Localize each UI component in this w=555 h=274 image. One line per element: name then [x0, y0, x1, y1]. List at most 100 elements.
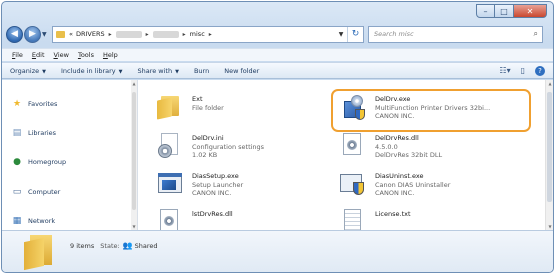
file-description: DelDrvRes 32bit DLL [375, 151, 443, 159]
file-type: File folder [192, 103, 224, 112]
forward-arrow-icon: ▶ [29, 29, 36, 39]
breadcrumb-drivers[interactable]: DRIVERS [76, 30, 105, 38]
content-area: ★ Favorites ▤ Libraries ● Homegroup ▭ Co… [2, 80, 553, 230]
chevron-down-icon: ▼ [42, 68, 46, 75]
file-item[interactable]: lstDrvRes.dll [157, 208, 347, 230]
homegroup-icon: ● [13, 156, 21, 167]
chevron-down-icon: ▼ [118, 68, 123, 75]
breadcrumb-separator[interactable]: ▸ [109, 31, 112, 38]
include-in-library-button[interactable]: Include in library ▼ [61, 67, 123, 75]
scrollbar-thumb[interactable] [132, 92, 136, 210]
minimize-button[interactable]: – [476, 4, 495, 18]
file-item[interactable]: DiasSetup.exe Setup Launcher CANON INC. [157, 170, 347, 204]
network-icon: ▦ [12, 215, 22, 226]
installer-shield-icon [340, 93, 368, 121]
organize-button[interactable]: Organize ▼ [10, 67, 46, 75]
file-item[interactable]: Ext File folder [157, 93, 347, 127]
breadcrumb-misc[interactable]: misc [190, 30, 205, 38]
scroll-up-arrow-icon[interactable]: ▲ [546, 81, 553, 86]
text-file-icon [340, 208, 368, 230]
file-item[interactable]: DelDrv.ini Configuration settings 1.02 K… [157, 132, 347, 166]
breadcrumb-separator[interactable]: ▸ [146, 31, 149, 38]
file-description: Canon DIAS Uninstaller [375, 180, 451, 189]
scroll-down-arrow-icon[interactable]: ▼ [131, 224, 137, 229]
file-item-deldrv-exe[interactable]: DelDrv.exe MultiFunction Printer Drivers… [340, 93, 530, 127]
chevron-down-icon: ▼ [175, 68, 179, 75]
exe-icon [157, 170, 185, 198]
recent-pages-dropdown[interactable]: ▼ [42, 31, 50, 38]
file-version: 4.5.0.0 [375, 142, 398, 151]
breadcrumb-separator[interactable]: ▸ [209, 31, 212, 38]
shared-users-icon: 👥 [122, 241, 133, 250]
dll-icon [157, 208, 185, 230]
command-toolbar: Organize ▼ Include in library ▼ Share with… [2, 62, 553, 79]
menu-bar: File Edit View Tools Help [2, 48, 553, 61]
libraries-icon: ▤ [12, 127, 22, 138]
explorer-window: – □ ✕ ◀ ▶ ▼ « DRIVERS ▸ ▸ ▸ misc ▸ ▼ ↻ S… [1, 1, 554, 273]
address-controls: ▼ ↻ [335, 26, 363, 42]
change-view-icon[interactable]: ☷▾ [499, 66, 510, 75]
scroll-up-arrow-icon[interactable]: ▲ [131, 81, 137, 86]
state-label: State: [100, 241, 120, 250]
folder-icon [56, 30, 65, 38]
menu-tools[interactable]: Tools [78, 51, 94, 59]
file-company: CANON INC. [375, 189, 415, 197]
nav-computer[interactable]: ▭ Computer [11, 186, 61, 197]
file-item[interactable]: DelDrvRes.dll 4.5.0.0 DelDrvRes 32bit DL… [340, 132, 530, 166]
navigation-row: ◀ ▶ ▼ « DRIVERS ▸ ▸ ▸ misc ▸ ▼ ↻ Search … [6, 24, 551, 44]
status-summary: 9 items State: 👥 Shared [70, 241, 158, 250]
breadcrumb-overflow[interactable]: « [69, 30, 73, 38]
address-bar[interactable]: « DRIVERS ▸ ▸ ▸ misc ▸ ▼ ↻ [52, 25, 364, 43]
file-name: DelDrv.exe [375, 95, 411, 103]
nav-network[interactable]: ▦ Network [11, 215, 55, 226]
search-icon[interactable]: ⌕ [534, 29, 538, 39]
maximize-button[interactable]: □ [495, 4, 514, 18]
file-name: lstDrvRes.dll [192, 210, 233, 218]
new-folder-button[interactable]: New folder [224, 67, 259, 75]
search-placeholder: Search misc [374, 30, 414, 38]
file-company: CANON INC. [375, 112, 415, 120]
refresh-button[interactable]: ↻ [347, 26, 363, 42]
file-list-scrollbar[interactable]: ▲ ▼ [545, 80, 553, 230]
file-list: Ext File folder DelDrv.exe MultiFunction… [139, 80, 547, 230]
menu-file[interactable]: File [12, 51, 23, 59]
address-dropdown[interactable]: ▼ [335, 31, 347, 38]
file-name: DiasSetup.exe [192, 172, 239, 180]
details-pane: 9 items State: 👥 Shared [2, 230, 553, 272]
file-size: 1.02 KB [192, 151, 218, 159]
file-description: Setup Launcher [192, 180, 244, 189]
file-name: DelDrvRes.dll [375, 134, 419, 142]
breadcrumb-redacted [152, 30, 179, 38]
ini-gear-icon [157, 132, 185, 160]
scroll-down-arrow-icon[interactable]: ▼ [546, 224, 553, 229]
menu-view[interactable]: View [54, 51, 69, 59]
share-with-button[interactable]: Share with ▼ [137, 67, 178, 75]
file-item[interactable]: DiasUninst.exe Canon DIAS Uninstaller CA… [340, 170, 530, 204]
nav-favorites[interactable]: ★ Favorites [11, 98, 57, 109]
file-name: DiasUninst.exe [375, 172, 424, 180]
folder-icon [157, 93, 185, 121]
back-button[interactable]: ◀ [6, 25, 23, 43]
forward-button[interactable]: ▶ [24, 25, 41, 43]
back-arrow-icon: ◀ [11, 29, 18, 39]
help-icon[interactable]: ? [535, 65, 545, 76]
dll-icon [340, 132, 368, 160]
menu-help[interactable]: Help [103, 51, 118, 59]
folder-icon [24, 235, 56, 271]
breadcrumb-redacted [115, 30, 142, 38]
navigation-pane: ★ Favorites ▤ Libraries ● Homegroup ▭ Co… [2, 80, 138, 230]
close-button[interactable]: ✕ [514, 4, 547, 18]
navigation-scrollbar[interactable]: ▲ ▼ [131, 80, 137, 230]
computer-icon: ▭ [12, 186, 22, 197]
search-input[interactable]: Search misc ⌕ [368, 25, 543, 43]
file-name: License.txt [375, 210, 411, 218]
preview-pane-icon[interactable]: ▯ [521, 66, 525, 75]
file-item[interactable]: License.txt [340, 208, 530, 230]
nav-homegroup[interactable]: ● Homegroup [11, 156, 66, 167]
nav-libraries[interactable]: ▤ Libraries [11, 127, 56, 138]
scrollbar-thumb[interactable] [547, 92, 552, 202]
view-controls: ☷▾ ▯ ? [489, 65, 545, 76]
breadcrumb-separator[interactable]: ▸ [183, 31, 186, 38]
burn-button[interactable]: Burn [194, 67, 209, 75]
menu-edit[interactable]: Edit [32, 51, 45, 59]
